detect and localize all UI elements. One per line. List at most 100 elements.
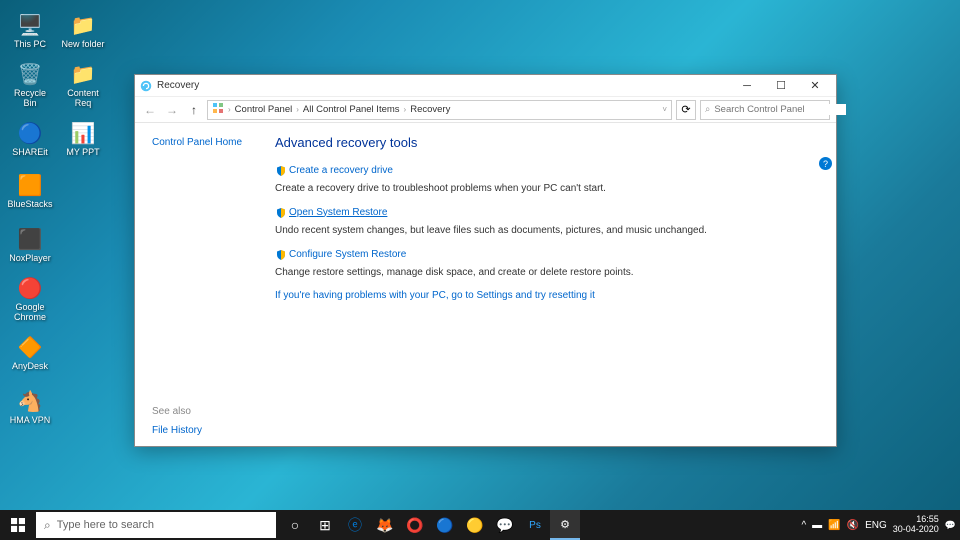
tool-description: Change restore settings, manage disk spa… [275,267,816,278]
desktop-icon-hma-vpn[interactable]: 🐴 HMA VPN [5,381,55,433]
shield-icon [275,207,285,217]
icon-label: New folder [61,40,104,50]
icon-label: SHAREit [12,148,48,158]
tool-title: Configure System Restore [289,249,406,260]
tool-title: Open System Restore [289,207,387,218]
desktop-icon-noxplayer[interactable]: ⬛NoxPlayer [5,219,55,271]
close-button[interactable]: ✕ [798,75,832,96]
content-area: ? Control Panel Home See also File Histo… [135,123,836,446]
desktop-icon-google-chrome[interactable]: 🔴Google Chrome [5,273,55,325]
minimize-button[interactable]: ─ [730,75,764,96]
icon-label: Google Chrome [7,303,53,323]
desktop-icon-new-folder[interactable]: 📁New folder [58,5,108,57]
up-button[interactable]: ↑ [185,101,203,119]
chevron-down-icon[interactable]: ˅ [662,105,667,114]
icon-label: HMA VPN [10,416,51,426]
breadcrumb-0[interactable]: Control Panel [235,104,293,115]
shareit-icon: 🔵 [17,120,43,146]
search-icon: ⌕ [44,518,51,533]
tool-description: Undo recent system changes, but leave fi… [275,225,816,236]
recovery-icon [139,79,153,93]
anydesk-icon: 🔶 [17,334,43,360]
bluestacks-icon: 🟧 [17,172,43,198]
control-panel-home-link[interactable]: Control Panel Home [152,137,269,148]
address-bar[interactable]: › Control Panel › All Control Panel Item… [207,100,672,120]
shield-icon [275,249,285,259]
tool-link-1[interactable]: Open System Restore [275,207,387,218]
tool-title: Create a recovery drive [289,165,393,176]
hma-vpn-icon: 🐴 [17,388,43,414]
chrome-icon[interactable]: 🟡 [460,510,490,540]
search-icon: ⌕ [705,104,710,115]
control-panel-icon [212,102,224,117]
start-button[interactable] [0,510,36,540]
volume-icon[interactable]: 🔇 [847,520,859,531]
network-icon[interactable]: ▬ [812,520,822,531]
wifi-icon[interactable]: 📶 [828,520,840,531]
cortana-button[interactable]: ○ [280,510,310,540]
system-tray: ^ ▬ 📶 🔇 ENG 16:55 30-04-2020 💬 [801,510,960,540]
desktop-icon-this-pc[interactable]: 🖥️ This PC [5,5,55,57]
back-button[interactable]: ← [141,101,159,119]
icon-label: BlueStacks [7,200,52,210]
forward-button[interactable]: → [163,101,181,119]
sidebar: Control Panel Home See also File History [135,123,269,446]
edge-icon[interactable]: ⓔ [340,510,370,540]
desktop-icon-content-req[interactable]: 📁Content Req [58,59,108,111]
desktop-icon-recycle-bin[interactable]: 🗑️Recycle Bin [5,59,55,111]
desktop-icon-anydesk[interactable]: 🔶AnyDesk [5,327,55,379]
this-pc-icon: 🖥️ [17,12,43,38]
search-placeholder: Type here to search [57,519,154,531]
tool-item: Configure System Restore Change restore … [275,248,816,278]
desktop-icon-bluestacks[interactable]: 🟧 BlueStacks [5,165,55,217]
tool-link-2[interactable]: Configure System Restore [275,249,406,260]
chrome-dev-icon[interactable]: 🔵 [430,510,460,540]
taskbar-search[interactable]: ⌕ Type here to search [36,512,276,538]
tool-link-0[interactable]: Create a recovery drive [275,165,393,176]
shield-icon [275,165,285,175]
google-chrome-icon: 🔴 [17,275,43,301]
firefox-icon[interactable]: 🦊 [370,510,400,540]
search-box[interactable]: ⌕ [700,100,830,120]
desktop: 🖥️This PC📁New folder🗑️Recycle Bin📁Conten… [0,0,960,540]
icon-label: NoxPlayer [9,254,51,264]
control-panel-taskbar-icon[interactable]: ⚙ [550,510,580,540]
breadcrumb-2[interactable]: Recovery [410,104,450,115]
language-indicator[interactable]: ENG [865,520,887,531]
content-req-icon: 📁 [70,61,96,87]
icon-label: Recycle Bin [7,89,53,109]
tool-item: Create a recovery drive Create a recover… [275,164,816,194]
chevron-right-icon: › [296,105,299,114]
reset-pc-link[interactable]: If you're having problems with your PC, … [275,290,816,301]
search-input[interactable] [714,104,846,115]
opera-icon[interactable]: ⭕ [400,510,430,540]
refresh-button[interactable]: ⟳ [676,100,696,120]
recovery-window: Recovery ─ ☐ ✕ ← → ↑ › Control Panel › A… [134,74,837,447]
icon-label: Content Req [60,89,106,109]
see-also-label: See also [152,406,202,417]
taskbar: ⌕ Type here to search ○ ⊞ ⓔ 🦊 ⭕ 🔵 🟡 💬 Ps… [0,510,960,540]
icon-label: MY PPT [66,148,99,158]
titlebar: Recovery ─ ☐ ✕ [135,75,836,97]
chevron-right-icon: › [404,105,407,114]
tool-item: Open System Restore Undo recent system c… [275,206,816,236]
notifications-icon[interactable]: 💬 [945,520,956,531]
maximize-button[interactable]: ☐ [764,75,798,96]
whatsapp-icon[interactable]: 💬 [490,510,520,540]
photoshop-icon[interactable]: Ps [520,510,550,540]
chevron-right-icon: › [228,105,231,114]
my-ppt-icon: 📊 [70,120,96,146]
breadcrumb-1[interactable]: All Control Panel Items [303,104,400,115]
task-view-button[interactable]: ⊞ [310,510,340,540]
window-title: Recovery [157,80,730,91]
page-heading: Advanced recovery tools [275,135,816,150]
recycle-bin-icon: 🗑️ [17,61,43,87]
main-panel: Advanced recovery tools Create a recover… [269,123,836,446]
tray-chevron-icon[interactable]: ^ [801,520,806,531]
navbar: ← → ↑ › Control Panel › All Control Pane… [135,97,836,123]
file-history-link[interactable]: File History [152,425,202,436]
desktop-icon-shareit[interactable]: 🔵 SHAREit [5,113,55,165]
desktop-icon-my-ppt[interactable]: 📊 MY PPT [58,113,108,165]
icon-label: This PC [14,40,46,50]
clock[interactable]: 16:55 30-04-2020 [893,515,939,535]
